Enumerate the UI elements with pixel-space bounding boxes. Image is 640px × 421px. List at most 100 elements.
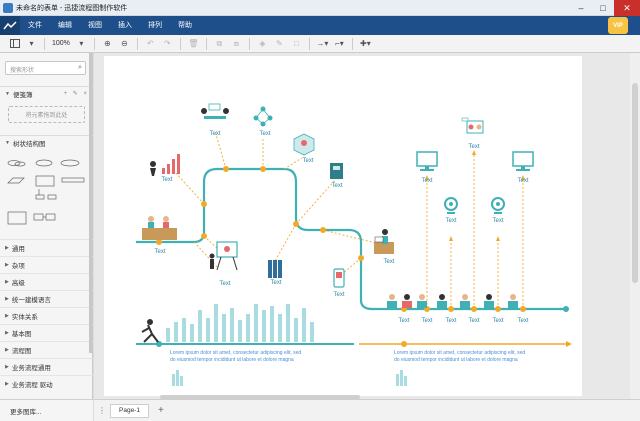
library-er[interactable]: ▶ 实体关系 xyxy=(0,307,93,324)
runner-icon xyxy=(141,319,159,343)
menu-help[interactable]: 帮助 xyxy=(170,16,200,35)
email-people-icon xyxy=(461,117,484,134)
diagram-canvas[interactable]: Text Text Text Text Text Text Text Text … xyxy=(94,53,640,399)
panel-toggle-icon[interactable] xyxy=(8,37,21,50)
connector-arrowheads xyxy=(425,150,525,241)
page-tab[interactable]: Page-1 xyxy=(110,403,149,418)
collapse-arrow-icon: ▼ xyxy=(5,139,10,146)
tree-shapes-palette[interactable] xyxy=(6,159,88,241)
panel-dropdown-icon[interactable]: ▾ xyxy=(25,37,38,50)
scratchpad-drop-zone[interactable]: 将元素拖到此处 xyxy=(8,106,85,123)
timeline-infographic[interactable]: Text Text Text Text Text Text Text Text … xyxy=(104,56,582,396)
library-misc[interactable]: ▶ 杂项 xyxy=(0,256,93,273)
toolbar-divider xyxy=(351,37,353,50)
menu-insert[interactable]: 插入 xyxy=(110,16,140,35)
to-front-icon[interactable]: ⧉ xyxy=(213,37,226,50)
expand-arrow-icon: ▶ xyxy=(5,364,9,370)
timeline-path xyxy=(136,167,566,311)
menu-arrange[interactable]: 排列 xyxy=(140,16,170,35)
monitor-icon-2 xyxy=(512,151,534,171)
expand-arrow-icon: ▶ xyxy=(5,347,9,353)
team-meeting-icon xyxy=(201,103,229,119)
connector-style-icon[interactable]: →▾ xyxy=(316,37,329,50)
sidebar-scrollbar[interactable] xyxy=(89,53,92,353)
fill-color-icon[interactable]: ◈ xyxy=(256,37,269,50)
heart-cube-icon xyxy=(293,133,315,156)
window-title: 未命名的表单 - 迅捷流程图制作软件 xyxy=(16,4,128,12)
library-label: 基本图 xyxy=(11,331,32,338)
library-bpmn-drive[interactable]: ▶ 业务流程 驱动 xyxy=(0,375,93,392)
line-color-icon[interactable]: ✎ xyxy=(273,37,286,50)
tree-section-title: 树状结构图 xyxy=(12,140,46,148)
scratchpad-actions[interactable]: + ✎ × xyxy=(64,90,89,97)
diagram-page[interactable]: Text Text Text Text Text Text Text Text … xyxy=(104,56,582,396)
zoom-level[interactable]: 100% xyxy=(49,40,73,47)
menu-file[interactable]: 文件 xyxy=(20,16,50,35)
library-label: 杂项 xyxy=(11,263,25,270)
toolbar: ▾ 100% ▾ ⊕ ⊖ ↶ ↷ 🗑 ⧉ ⧈ ◈ ✎ □ →▾ ⌐▾ ✚▾ xyxy=(0,35,640,53)
node-label: Text xyxy=(270,280,281,286)
library-advanced[interactable]: ▶ 高级 xyxy=(0,273,93,290)
page-tab-label: Page-1 xyxy=(119,407,140,414)
scrollbar-thumb[interactable] xyxy=(632,83,638,283)
paragraph-line: Lorem ipsum dolor sit amet, consectetur … xyxy=(394,350,525,356)
waypoint-style-icon[interactable]: ⌐▾ xyxy=(333,37,346,50)
minimize-button[interactable]: – xyxy=(570,0,592,16)
zoom-in-icon[interactable]: ⊕ xyxy=(101,37,114,50)
library-uml[interactable]: ▶ 统一建模语言 xyxy=(0,290,93,307)
library-label: 业务流程 驱动 xyxy=(11,382,53,389)
scratchpad-title: 便笺簿 xyxy=(12,91,33,99)
close-button[interactable]: ✕ xyxy=(614,0,640,16)
node-label: Text xyxy=(259,131,270,137)
library-general[interactable]: ▶ 通用 xyxy=(0,239,93,256)
maximize-button[interactable]: □ xyxy=(592,0,614,16)
library-bpmn-general[interactable]: ▶ 业务流程通用 xyxy=(0,358,93,375)
node-label: Text xyxy=(421,318,432,324)
toolbar-divider xyxy=(93,37,95,50)
canvas-vertical-scrollbar[interactable] xyxy=(630,53,640,399)
search-input[interactable]: 搜索形状 ⌕ xyxy=(5,61,86,75)
shadow-icon[interactable]: □ xyxy=(290,37,303,50)
undo-icon[interactable]: ↶ xyxy=(144,37,157,50)
phone-icon xyxy=(333,268,345,288)
expand-arrow-icon: ▶ xyxy=(5,313,9,319)
library-flowchart[interactable]: ▶ 流程图 xyxy=(0,341,93,358)
zoom-out-icon[interactable]: ⊖ xyxy=(118,37,131,50)
page-menu-icon[interactable]: ⋮ xyxy=(94,406,110,415)
scratchpad-header[interactable]: ▼ 便笺簿 + ✎ × xyxy=(0,86,93,100)
more-libraries-label: 更多图库... xyxy=(10,408,42,416)
library-label: 通用 xyxy=(11,246,25,253)
arrowhead-icon xyxy=(566,341,572,347)
vip-badge[interactable]: VIP xyxy=(608,17,628,34)
library-label: 实体关系 xyxy=(11,314,38,321)
more-libraries-button[interactable]: 更多图库... xyxy=(0,399,93,421)
node-label: Text xyxy=(517,178,528,184)
node-label: Text xyxy=(154,249,165,255)
node-label: Text xyxy=(333,292,344,298)
network-icon xyxy=(253,106,273,127)
library-label: 流程图 xyxy=(11,348,32,355)
add-page-icon[interactable]: + xyxy=(153,405,169,416)
shape-thumbnail xyxy=(7,159,85,225)
menu-edit[interactable]: 编辑 xyxy=(50,16,80,35)
toolbar-divider xyxy=(308,37,310,50)
node-label: Text xyxy=(517,318,528,324)
to-back-icon[interactable]: ⧈ xyxy=(230,37,243,50)
node-label: Text xyxy=(398,318,409,324)
toolbar-divider xyxy=(179,37,181,50)
expand-arrow-icon: ▶ xyxy=(5,245,9,251)
toolbar-divider xyxy=(44,37,45,50)
toolbar-divider xyxy=(205,37,207,50)
zoom-dropdown-icon[interactable]: ▾ xyxy=(75,37,88,50)
app-icon xyxy=(3,2,13,13)
delete-icon[interactable]: 🗑 xyxy=(187,37,200,50)
tree-section-header[interactable]: ▼ 树状结构图 xyxy=(0,135,93,149)
insert-icon[interactable]: ✚▾ xyxy=(359,37,372,50)
library-basic[interactable]: ▶ 基本图 xyxy=(0,324,93,341)
menu-view[interactable]: 视图 xyxy=(80,16,110,35)
city-graphic xyxy=(172,370,407,386)
redo-icon[interactable]: ↷ xyxy=(161,37,174,50)
lorem-paragraphs: Lorem ipsum dolor sit amet, consectetur … xyxy=(170,350,525,363)
search-icon[interactable]: ⌕ xyxy=(78,64,82,72)
expand-arrow-icon: ▶ xyxy=(5,330,9,336)
